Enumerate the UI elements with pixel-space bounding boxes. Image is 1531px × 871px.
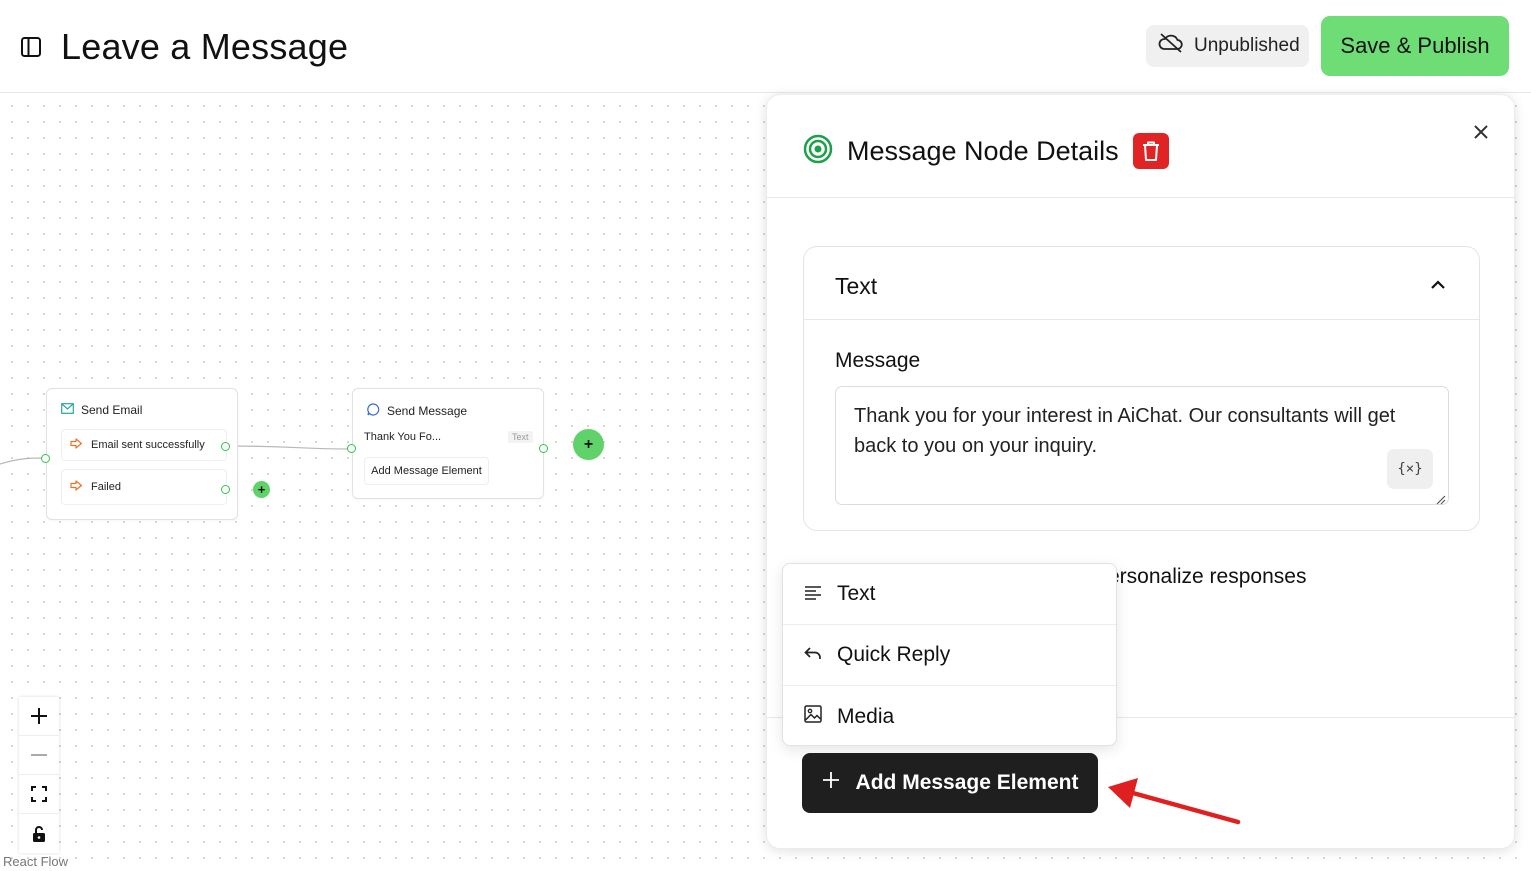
input-handle[interactable] <box>41 454 50 463</box>
branch-arrow-icon <box>70 438 83 452</box>
close-icon <box>1474 125 1488 139</box>
add-message-element-button[interactable]: Add Message Element <box>802 753 1098 813</box>
menu-item-text[interactable]: Text <box>783 564 1116 625</box>
divider <box>804 319 1479 320</box>
plus-icon <box>822 771 840 795</box>
sidebar-toggle-icon[interactable] <box>20 36 42 58</box>
reply-icon <box>804 643 822 667</box>
email-failed-branch[interactable]: Failed <box>61 469 227 505</box>
input-handle[interactable] <box>347 444 356 453</box>
branch-label: Failed <box>91 481 121 493</box>
trash-icon <box>1142 141 1159 161</box>
add-node-button[interactable]: + <box>253 481 270 498</box>
delete-node-button[interactable] <box>1132 133 1169 169</box>
personalize-hint: ersonalize responses <box>1108 565 1307 588</box>
react-flow-attribution[interactable]: React Flow <box>3 854 68 869</box>
menu-item-label: Media <box>837 704 895 728</box>
element-type-badge: Text <box>508 431 533 443</box>
save-publish-button[interactable]: Save & Publish <box>1321 16 1509 76</box>
branch-arrow-icon <box>70 480 83 494</box>
node-add-element-button[interactable]: Add Message Element <box>364 457 489 485</box>
send-message-node[interactable]: Send Message Thank You Fo... Text Add Me… <box>352 388 544 499</box>
message-preview: Thank You Fo... <box>364 431 442 443</box>
fit-view-button[interactable] <box>19 775 59 814</box>
chevron-up-icon[interactable] <box>1428 275 1448 295</box>
resize-handle-icon[interactable] <box>1436 492 1446 505</box>
menu-item-media[interactable]: Media <box>783 686 1116 745</box>
divider <box>767 197 1516 198</box>
panel-title: Message Node Details <box>847 135 1119 166</box>
message-field-label: Message <box>835 349 921 372</box>
add-element-menu: Text Quick Reply Media <box>782 563 1117 746</box>
output-handle[interactable] <box>221 442 230 451</box>
mail-icon <box>61 403 74 417</box>
element-card-title[interactable]: Text <box>835 273 877 300</box>
menu-item-label: Quick Reply <box>837 643 951 666</box>
email-success-branch[interactable]: Email sent successfully <box>61 429 227 461</box>
top-bar: Leave a Message Unpublished Save & Publi… <box>0 0 1531 93</box>
add-node-button[interactable]: + <box>573 429 604 460</box>
menu-item-label: Text <box>837 582 876 605</box>
page-title: Leave a Message <box>61 26 349 67</box>
node-title: Send Message <box>387 404 468 418</box>
branch-label: Email sent successfully <box>91 439 205 451</box>
zoom-in-button[interactable] <box>19 697 59 736</box>
target-icon <box>803 134 833 169</box>
send-email-node[interactable]: Send Email Email sent successfully Faile… <box>46 388 238 520</box>
text-element-card: Text Message Thank you for your interest… <box>803 246 1480 531</box>
close-panel-button[interactable] <box>1470 121 1492 143</box>
node-title: Send Email <box>81 403 143 417</box>
publish-status-badge: Unpublished <box>1146 25 1309 67</box>
chat-bubble-icon <box>367 403 380 419</box>
text-lines-icon <box>804 582 822 606</box>
zoom-out-button[interactable] <box>19 736 59 775</box>
status-label: Unpublished <box>1194 35 1300 56</box>
menu-item-quick-reply[interactable]: Quick Reply <box>783 625 1116 686</box>
insert-variable-button[interactable]: {×} <box>1387 449 1433 489</box>
zoom-controls <box>19 697 59 853</box>
output-handle[interactable] <box>221 485 230 494</box>
message-textarea[interactable]: Thank you for your interest in AiChat. O… <box>835 386 1449 505</box>
add-element-label: Add Message Element <box>855 771 1079 794</box>
lock-icon[interactable] <box>19 814 59 853</box>
output-handle[interactable] <box>539 444 548 453</box>
image-icon <box>804 704 822 729</box>
annotation-arrow <box>1108 778 1241 825</box>
cloud-off-icon <box>1158 32 1184 60</box>
